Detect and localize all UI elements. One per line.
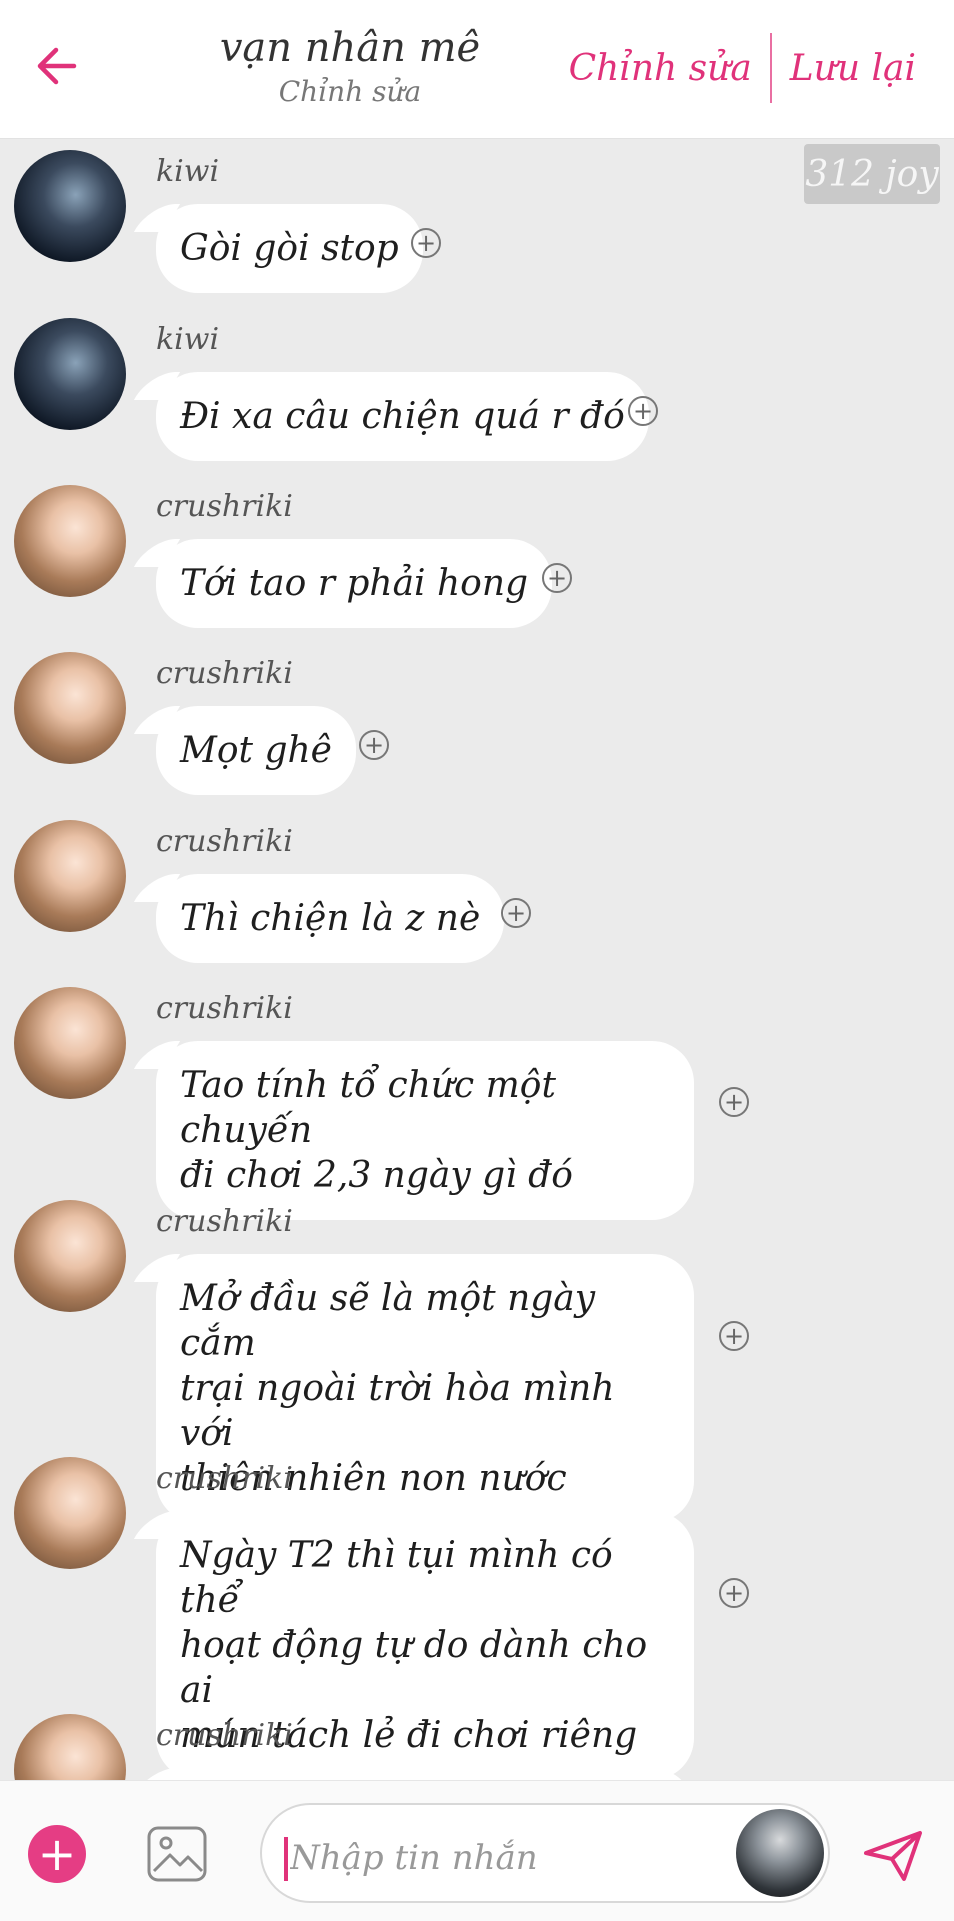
header-divider [769, 33, 772, 103]
add-reaction-button[interactable]: + [542, 563, 572, 593]
message-input[interactable] [288, 1829, 652, 1887]
header-actions: Chỉnh sửa Lưu lại [551, 32, 934, 104]
sender-name: crushriki [156, 991, 293, 1026]
message-bubble[interactable]: Thì chiện là z nè [156, 874, 505, 963]
avatar[interactable] [14, 1457, 126, 1569]
app-header: vạn nhân mê Chỉnh sửa Chỉnh sửa Lưu lại [0, 0, 954, 139]
message-text: Gòi gòi stop [180, 228, 399, 269]
message-text: Thì chiện là z nè [180, 898, 481, 939]
plus-circle-icon: + [723, 1088, 745, 1116]
avatar[interactable] [14, 820, 126, 932]
message-text: đi chơi 2,3 ngày gì đó [180, 1155, 573, 1196]
message-text: trại ngoài trời hòa mình với [180, 1368, 615, 1454]
watermark: 312 joy [804, 144, 940, 204]
arrow-left-icon [37, 47, 77, 85]
image-icon [147, 1826, 207, 1882]
message-bubble[interactable]: Mọt ghê [156, 706, 356, 795]
avatar[interactable] [14, 318, 126, 430]
message-text: hoạt động tự do dành cho ai [180, 1625, 648, 1711]
sender-name: crushriki [156, 824, 293, 859]
message-text: Mọt ghê [180, 730, 332, 771]
avatar[interactable] [14, 1200, 126, 1312]
avatar[interactable] [14, 485, 126, 597]
add-reaction-button[interactable]: + [359, 730, 389, 760]
message-text: Tao tính tổ chức một chuyến [180, 1065, 556, 1151]
sender-name: crushriki [156, 1204, 293, 1239]
send-icon [864, 1831, 922, 1881]
message-text: Mở đầu sẽ là một ngày cắm [180, 1278, 596, 1364]
plus-circle-icon: + [632, 397, 654, 425]
avatar[interactable] [14, 652, 126, 764]
plus-circle-icon: + [723, 1579, 745, 1607]
save-button[interactable]: Lưu lại [772, 48, 934, 89]
message-item: crushriki [0, 1714, 954, 1780]
add-reaction-button[interactable]: + [719, 1321, 749, 1351]
edit-button[interactable]: Chỉnh sửa [551, 48, 770, 89]
plus-icon: + [37, 1827, 77, 1881]
image-button[interactable] [146, 1825, 208, 1883]
avatar[interactable] [736, 1809, 824, 1897]
plus-circle-icon: + [415, 229, 437, 257]
message-bubble[interactable]: Gòi gòi stop [156, 204, 423, 293]
title-block: vạn nhân mê Chỉnh sửa [200, 22, 500, 110]
sender-name: kiwi [156, 154, 220, 189]
add-reaction-button[interactable]: + [501, 898, 531, 928]
plus-circle-icon: + [546, 564, 568, 592]
message-bubble[interactable]: Đi xa câu chiện quá r đó [156, 372, 649, 461]
add-button[interactable]: + [28, 1825, 86, 1883]
sender-name: crushriki [156, 656, 293, 691]
plus-circle-icon: + [723, 1322, 745, 1350]
message-text: Tới tao r phải hong [180, 563, 529, 604]
plus-circle-icon: + [505, 899, 527, 927]
avatar[interactable] [14, 1714, 126, 1780]
plus-circle-icon: + [363, 731, 385, 759]
avatar[interactable] [14, 150, 126, 262]
message-bubble[interactable]: Tới tao r phải hong [156, 539, 553, 628]
back-button[interactable] [28, 38, 84, 94]
add-reaction-button[interactable]: + [719, 1578, 749, 1608]
message-text: Ngày T2 thì tụi mình có thể [180, 1535, 613, 1621]
sender-name: crushriki [156, 1718, 293, 1753]
page-title: vạn nhân mê [219, 25, 481, 71]
message-bubble[interactable]: Tao tính tổ chức một chuyến đi chơi 2,3 … [156, 1041, 694, 1220]
message-input-wrapper [260, 1803, 830, 1903]
add-reaction-button[interactable]: + [411, 228, 441, 258]
add-reaction-button[interactable]: + [719, 1087, 749, 1117]
sender-name: kiwi [156, 322, 220, 357]
page-subtitle: Chỉnh sửa [278, 75, 422, 108]
avatar[interactable] [14, 987, 126, 1099]
composer-bar: + [0, 1780, 954, 1921]
sender-name: crushriki [156, 1461, 293, 1496]
sender-name: crushriki [156, 489, 293, 524]
add-reaction-button[interactable]: + [628, 396, 658, 426]
message-text: Đi xa câu chiện quá r đó [180, 396, 625, 437]
message-bubble[interactable] [156, 1768, 694, 1780]
send-button[interactable] [862, 1829, 924, 1883]
